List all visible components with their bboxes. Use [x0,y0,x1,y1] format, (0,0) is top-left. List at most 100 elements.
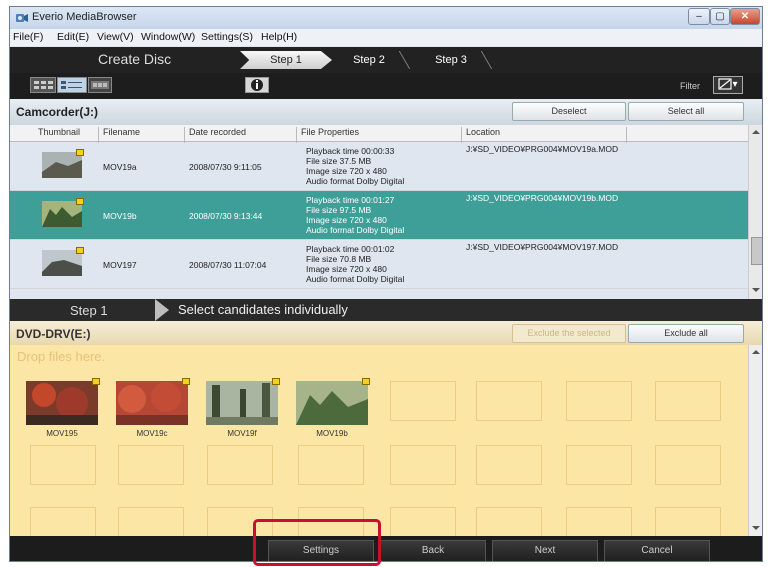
next-button[interactable]: Next [492,540,598,561]
column-divider [296,127,297,143]
back-button[interactable]: Back [380,540,486,561]
info-icon [251,79,263,91]
disc-item-name: MOV19b [316,429,348,438]
row-date: 2008/07/30 9:13:44 [189,211,263,221]
empty-slot [655,381,721,421]
exclude-all-button[interactable]: Exclude all [628,324,744,343]
prop-size: File size 37.5 MB [306,156,372,166]
thumbnail-view-button[interactable] [30,77,56,93]
file-list-scrollbar[interactable] [748,125,762,299]
app-icon [16,14,28,22]
menu-settings[interactable]: Settings(S) [201,31,253,43]
exclude-selected-button[interactable]: Exclude the selected [512,324,626,343]
row-filename: MOV19b [103,211,137,221]
row-location: J:¥SD_VIDEO¥PRG004¥MOV197.MOD [466,242,619,252]
destination-header: DVD-DRV(E:) Exclude the selected Exclude… [10,321,762,345]
empty-slot [298,445,364,485]
row-filename: MOV197 [103,260,137,270]
menu-file[interactable]: File(F) [13,31,43,43]
settings-highlight-frame [253,519,381,566]
menu-window[interactable]: Window(W) [141,31,195,43]
empty-slot [655,445,721,485]
empty-slot [207,445,273,485]
empty-slot [566,381,632,421]
cancel-button[interactable]: Cancel [604,540,710,561]
title-bar: Everio MediaBrowser – ▢ ✕ [10,7,762,29]
filter-icon [718,78,733,90]
empty-slot [390,445,456,485]
empty-slot [30,445,96,485]
disc-item-thumbnail[interactable] [206,378,280,425]
prop-playback: Playback time 00:01:27 [306,195,395,205]
video-thumbnail [42,247,84,276]
table-row[interactable]: MOV19a 2008/07/30 9:11:05 Playback time … [10,142,748,191]
filter-dropdown[interactable]: ▾ [713,76,743,94]
table-row[interactable]: MOV197 2008/07/30 11:07:04 Playback time… [10,240,748,289]
row-properties: Playback time 00:01:27 File size 97.5 MB… [306,195,404,235]
empty-slot [566,445,632,485]
disc-item-name: MOV195 [46,429,78,438]
menu-help[interactable]: Help(H) [261,31,297,43]
prop-playback: Playback time 00:01:02 [306,244,395,254]
column-location[interactable]: Location [466,127,500,137]
disc-item-thumbnail[interactable] [296,378,370,425]
details-view-button[interactable] [57,77,87,93]
filmstrip-icon [91,81,109,89]
row-date: 2008/07/30 11:07:04 [189,260,267,270]
menu-view[interactable]: View(V) [97,31,134,43]
column-divider [461,127,462,143]
info-button[interactable] [245,77,269,93]
prop-image: Image size 720 x 480 [306,215,387,225]
column-properties[interactable]: File Properties [301,127,359,137]
select-all-button[interactable]: Select all [628,102,744,121]
prop-audio: Audio format Dolby Digital [306,225,405,235]
scroll-down-icon [752,526,760,530]
prop-audio: Audio format Dolby Digital [306,176,405,186]
close-button[interactable]: ✕ [730,8,760,25]
video-badge-icon [182,378,190,385]
column-divider [626,127,627,143]
grid-view-icon [34,81,53,89]
disc-item-thumbnail[interactable] [26,378,100,425]
step-description: Select candidates individually [178,302,348,317]
file-table-header: Thumbnail Filename Date recorded File Pr… [10,125,748,143]
menu-edit[interactable]: Edit(E) [57,31,89,43]
window-title: Everio MediaBrowser [32,11,137,23]
column-date[interactable]: Date recorded [189,127,246,137]
instruction-strip: Step 1 Select candidates individually [10,299,762,321]
current-step-label: Step 1 [70,303,108,318]
filmstrip-view-button[interactable] [88,77,112,93]
footer-bar: Settings Back Next Cancel [10,536,762,561]
video-badge-icon [76,149,84,156]
row-filename: MOV19a [103,162,137,172]
row-date: 2008/07/30 9:11:05 [189,162,262,172]
video-badge-icon [272,378,280,385]
column-thumbnail[interactable]: Thumbnail [38,127,80,137]
minimize-button[interactable]: – [688,8,710,25]
table-row-selected[interactable]: MOV19b 2008/07/30 9:13:44 Playback time … [10,191,748,240]
row-properties: Playback time 00:00:33 File size 37.5 MB… [306,146,404,186]
drop-hint: Drop files here. [17,349,106,364]
source-header: Camcorder(J:) Deselect Select all [10,99,762,125]
video-badge-icon [76,198,84,205]
scroll-up-icon [752,130,760,134]
maximize-button[interactable]: ▢ [710,8,730,25]
filter-label: Filter [680,81,700,91]
prop-image: Image size 720 x 480 [306,166,387,176]
empty-slot [476,381,542,421]
list-view-icon [61,81,82,89]
column-filename[interactable]: Filename [103,127,140,137]
prop-playback: Playback time 00:00:33 [306,146,395,156]
empty-slot [390,381,456,421]
step-arrow-icon [155,299,169,321]
video-thumbnail [42,149,84,178]
disc-item-thumbnail[interactable] [116,378,190,425]
drop-area[interactable]: Drop files here. MOV195 MOV19c MOV19f MO… [10,345,748,547]
tab-step-1[interactable]: Step 1 [240,51,332,69]
mode-title: Create Disc [98,51,172,67]
deselect-button[interactable]: Deselect [512,102,626,121]
scrollbar-thumb[interactable] [751,237,762,265]
source-title: Camcorder(J:) [16,105,99,119]
drop-area-scrollbar[interactable] [748,345,762,536]
app-window: Everio MediaBrowser – ▢ ✕ File(F) Edit(E… [9,6,763,562]
